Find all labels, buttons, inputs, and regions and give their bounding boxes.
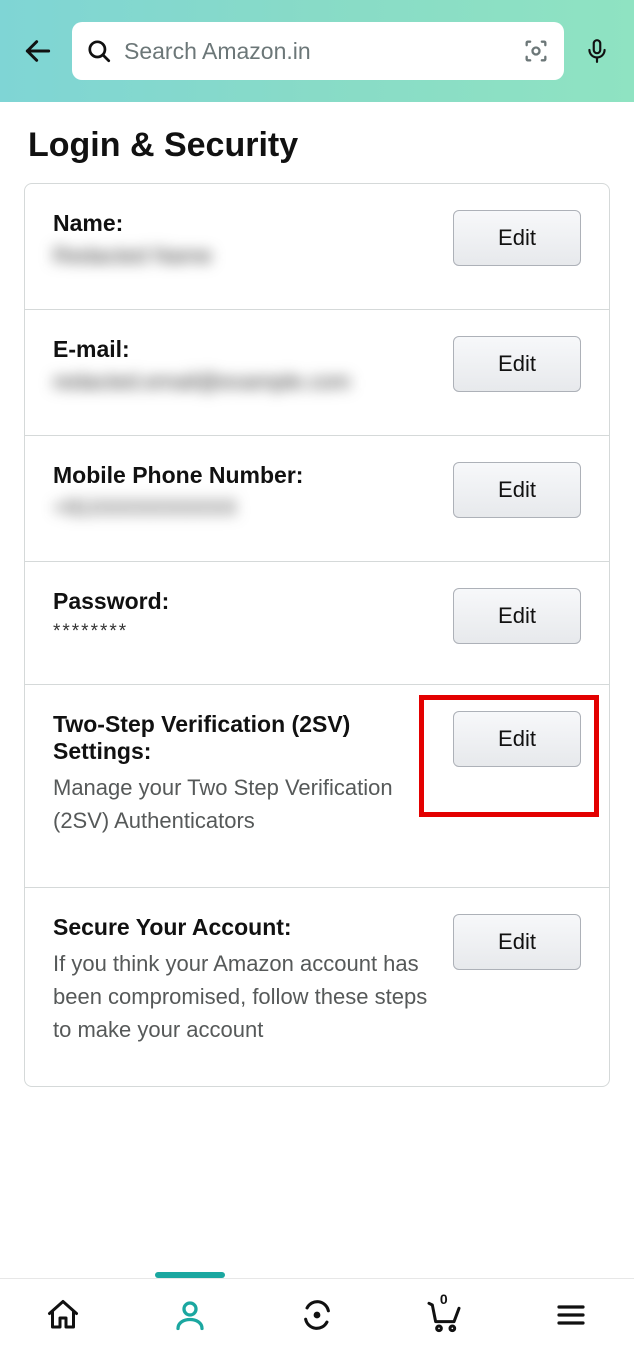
cart-count-badge: 0 [440,1291,448,1307]
setting-row-password: Password: ******** Edit [25,562,609,685]
setting-label: Name: [53,210,433,237]
nav-menu[interactable] [549,1293,593,1337]
user-icon [172,1297,208,1333]
edit-name-button[interactable]: Edit [453,210,581,266]
setting-label: Two-Step Verification (2SV) Settings: [53,711,433,765]
camera-scan-icon[interactable] [522,37,550,65]
refresh-icon [300,1298,334,1332]
setting-description: Manage your Two Step Verification (2SV) … [53,771,433,837]
nav-cart[interactable]: 0 [422,1293,466,1337]
nav-refresh[interactable] [295,1293,339,1337]
edit-phone-button[interactable]: Edit [453,462,581,518]
setting-label: Password: [53,588,433,615]
search-icon [86,38,112,64]
edit-secure-account-button[interactable]: Edit [453,914,581,970]
setting-row-2sv: Two-Step Verification (2SV) Settings: Ma… [25,685,609,888]
search-input[interactable] [124,38,510,65]
setting-row-phone: Mobile Phone Number: +91XXXXXXXXXX Edit [25,436,609,562]
nav-account[interactable] [168,1293,212,1337]
setting-value: Redacted Name [53,243,433,269]
setting-value: +91XXXXXXXXXX [53,495,433,521]
page-title: Login & Security [0,102,634,183]
setting-value: ******** [53,621,433,643]
settings-list: Name: Redacted Name Edit E-mail: redacte… [24,183,610,1087]
setting-row-secure-account: Secure Your Account: If you think your A… [25,888,609,1086]
setting-label: Mobile Phone Number: [53,462,433,489]
nav-home[interactable] [41,1293,85,1337]
setting-label: Secure Your Account: [53,914,433,941]
top-header [0,0,634,102]
voice-search-button[interactable] [580,34,614,68]
setting-description: If you think your Amazon account has bee… [53,947,433,1046]
edit-2sv-button[interactable]: Edit [453,711,581,767]
microphone-icon [584,36,610,66]
edit-password-button[interactable]: Edit [453,588,581,644]
back-arrow-icon [22,35,54,67]
bottom-navigation: 0 [0,1278,634,1355]
setting-label: E-mail: [53,336,433,363]
search-bar[interactable] [72,22,564,80]
setting-row-name: Name: Redacted Name Edit [25,184,609,310]
active-tab-indicator [155,1272,225,1278]
setting-value: redacted.email@example.com [53,369,433,395]
edit-email-button[interactable]: Edit [453,336,581,392]
hamburger-icon [555,1299,587,1331]
back-button[interactable] [20,33,56,69]
home-icon [45,1297,81,1333]
content-scroll: Login & Security Name: Redacted Name Edi… [0,102,634,1267]
setting-row-email: E-mail: redacted.email@example.com Edit [25,310,609,436]
